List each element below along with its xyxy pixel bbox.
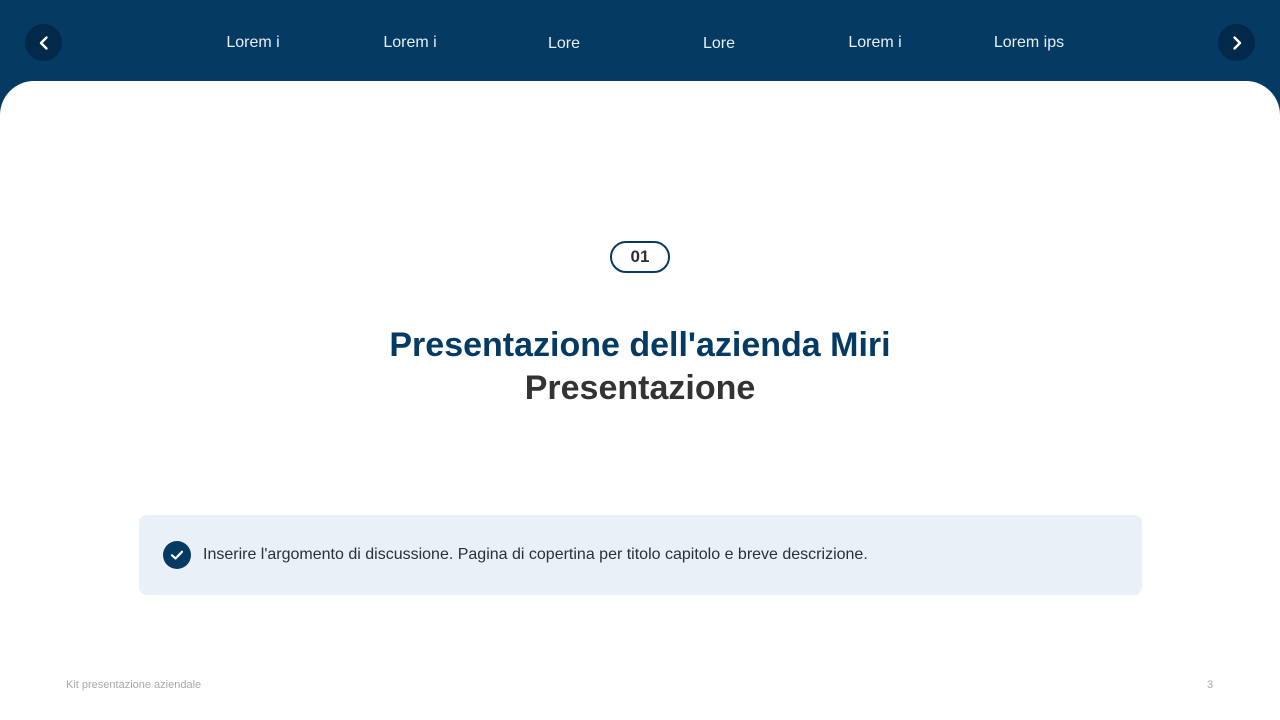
check-circle-icon	[163, 541, 191, 569]
info-callout: Inserire l'argomento di discussione. Pag…	[139, 515, 1142, 595]
section-tabs: Lorem i Lorem i Lore Lore Lorem i Lorem …	[0, 30, 1280, 56]
checkmark-icon	[170, 550, 184, 560]
tab-section-6[interactable]: Lorem ips	[994, 30, 1064, 56]
tab-section-5[interactable]: Lorem i	[848, 30, 901, 56]
slide-title: Presentazione dell'azienda Miri	[389, 326, 891, 364]
page-number: 3	[1207, 679, 1214, 691]
tab-section-4[interactable]: Lore	[703, 31, 735, 57]
tab-section-3[interactable]: Lore	[548, 31, 580, 57]
footer-label: Kit presentazione aziendale	[66, 679, 202, 691]
info-text: Inserire l'argomento di discussione. Pag…	[203, 546, 868, 563]
tab-section-1[interactable]: Lorem i	[226, 30, 279, 56]
chapter-number-badge: 01	[610, 241, 670, 273]
tab-section-2[interactable]: Lorem i	[383, 30, 436, 56]
slide-subtitle: Presentazione	[524, 369, 756, 407]
next-button[interactable]	[1218, 24, 1255, 61]
chevron-right-icon	[1232, 35, 1241, 50]
slide-canvas: 01 Presentazione dell'azienda Miri Prese…	[0, 81, 1280, 720]
